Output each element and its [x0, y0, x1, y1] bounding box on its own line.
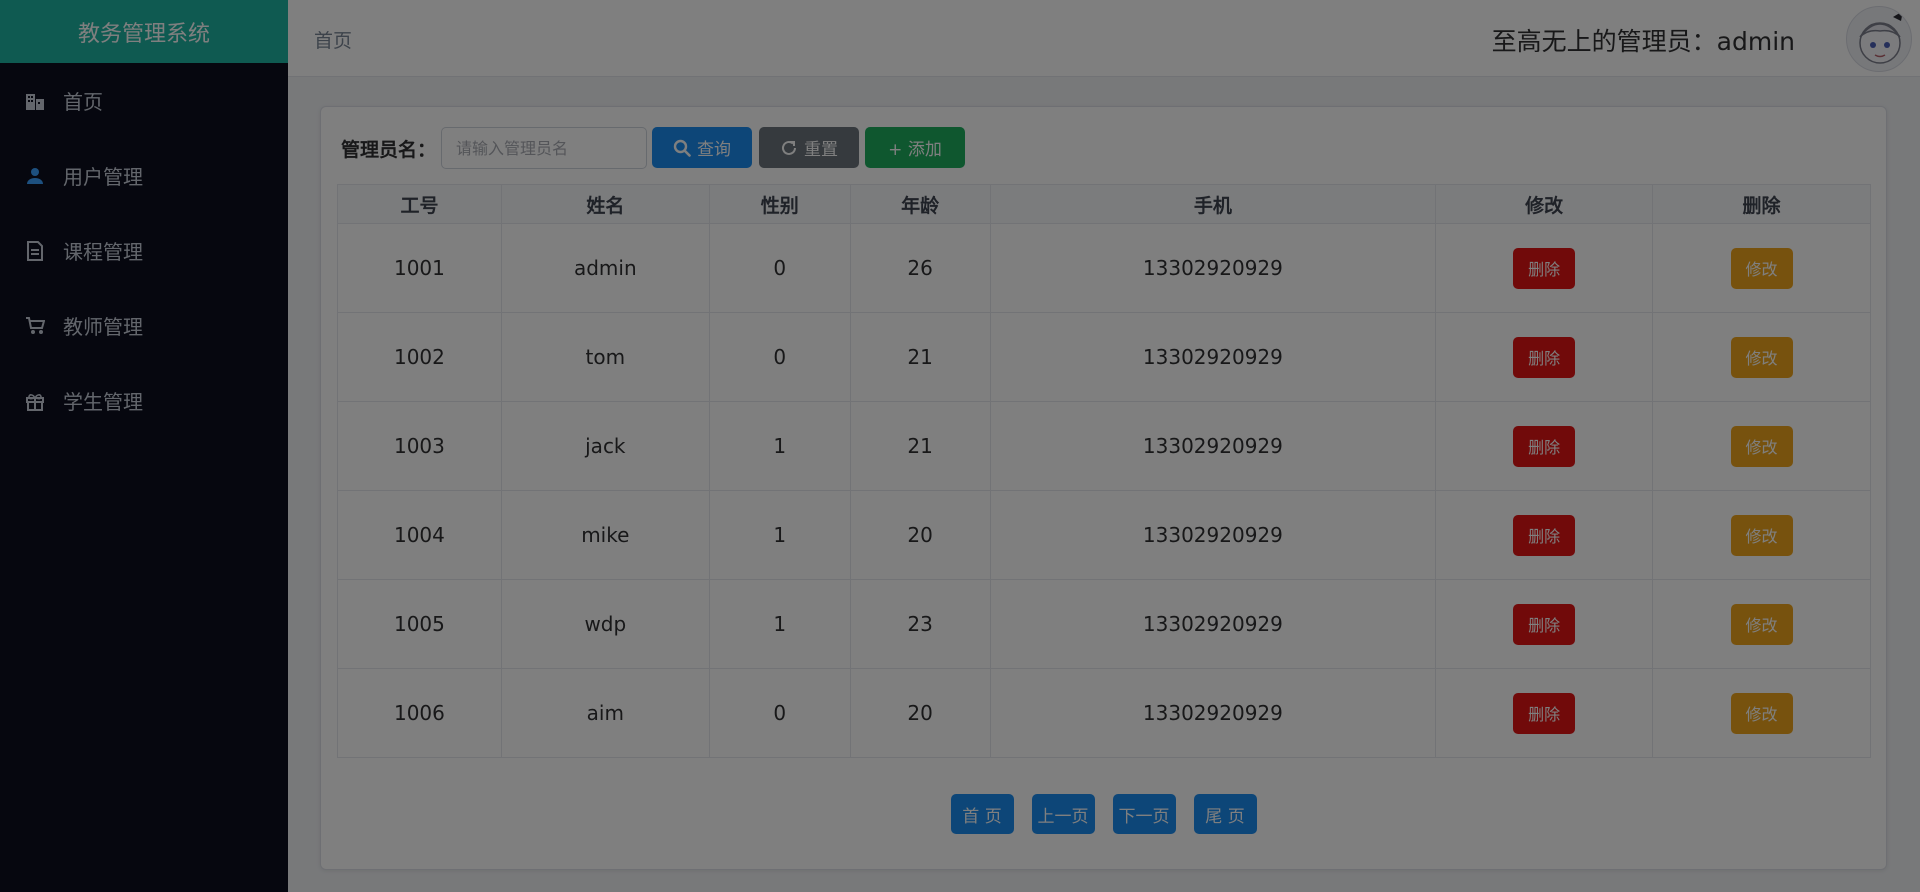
table-row: 1004 mike 1 20 13302920929 删除 修改: [337, 490, 1871, 580]
sidebar-item-label: 学生管理: [63, 390, 143, 414]
edit-button[interactable]: 修改: [1730, 425, 1793, 467]
delete-button[interactable]: 删除: [1513, 336, 1576, 378]
sidebar: 教务管理系统 首页 用户管理 课程管理 教师管理 学生管理: [0, 0, 288, 892]
cell-name: tom: [500, 312, 710, 402]
table-row: 1006 aim 0 20 13302920929 删除 修改: [337, 668, 1871, 758]
prev-page-button[interactable]: 上一页: [1031, 794, 1095, 834]
cell-gender: 0: [708, 223, 851, 313]
cell-id: 1002: [337, 312, 502, 402]
sidebar-item-label: 课程管理: [63, 240, 143, 264]
admin-name-search-input[interactable]: [441, 127, 647, 169]
cell-phone: 13302920929: [989, 490, 1437, 580]
cell-name: jack: [500, 401, 710, 491]
add-button[interactable]: + 添加: [865, 127, 965, 168]
table-row: 1003 jack 1 21 13302920929 删除 修改: [337, 401, 1871, 491]
cell-phone: 13302920929: [989, 312, 1437, 402]
cell-id: 1001: [337, 223, 502, 313]
cell-phone: 13302920929: [989, 401, 1437, 491]
cell-age: 21: [849, 401, 991, 491]
cell-id: 1003: [337, 401, 502, 491]
sidebar-item-home[interactable]: 首页: [0, 63, 288, 138]
cart-icon: [24, 315, 46, 337]
column-header-name: 姓名: [500, 184, 710, 224]
search-label: 管理员名：: [341, 139, 437, 161]
cell-gender: 0: [708, 668, 851, 758]
pagination: 首 页 上一页 下一页 尾 页: [321, 794, 1886, 834]
user-icon: [24, 165, 46, 187]
add-label: + 添加: [888, 140, 942, 160]
document-icon: [24, 240, 46, 262]
delete-button[interactable]: 删除: [1513, 425, 1576, 467]
delete-button[interactable]: 删除: [1513, 692, 1576, 734]
sidebar-item-user-management[interactable]: 用户管理: [0, 138, 288, 213]
admin-table: 工号 姓名 性别 年龄 手机 修改 删除 1001 admin 0 26 133…: [337, 184, 1871, 758]
cell-age: 20: [849, 668, 991, 758]
delete-button[interactable]: 删除: [1513, 514, 1576, 556]
cell-id: 1004: [337, 490, 502, 580]
cell-gender: 1: [708, 401, 851, 491]
cell-name: wdp: [500, 579, 710, 669]
admin-greeting: 至高无上的管理员：admin: [1491, 27, 1795, 56]
sidebar-item-teacher-management[interactable]: 教师管理: [0, 288, 288, 363]
table-row: 1002 tom 0 21 13302920929 删除 修改: [337, 312, 1871, 402]
column-header-delete: 删除: [1652, 184, 1871, 224]
table-row: 1005 wdp 1 23 13302920929 删除 修改: [337, 579, 1871, 669]
table-header-row: 工号 姓名 性别 年龄 手机 修改 删除: [337, 184, 1871, 224]
column-header-age: 年龄: [849, 184, 991, 224]
edit-button[interactable]: 修改: [1730, 603, 1793, 645]
cell-age: 20: [849, 490, 991, 580]
edit-button[interactable]: 修改: [1730, 692, 1793, 734]
delete-button[interactable]: 删除: [1513, 603, 1576, 645]
next-page-button[interactable]: 下一页: [1112, 794, 1176, 834]
sidebar-item-label: 教师管理: [63, 315, 143, 339]
edit-button[interactable]: 修改: [1730, 247, 1793, 289]
sidebar-item-course-management[interactable]: 课程管理: [0, 213, 288, 288]
breadcrumb[interactable]: 首页: [314, 26, 352, 53]
cell-age: 21: [849, 312, 991, 402]
column-header-gender: 性别: [708, 184, 851, 224]
sidebar-item-student-management[interactable]: 学生管理: [0, 363, 288, 438]
edit-button[interactable]: 修改: [1730, 336, 1793, 378]
cell-gender: 0: [708, 312, 851, 402]
cell-id: 1006: [337, 668, 502, 758]
query-label: 查询: [697, 140, 731, 160]
refresh-icon: [780, 139, 798, 157]
last-page-button[interactable]: 尾 页: [1193, 794, 1257, 834]
top-header: 首页 至高无上的管理员：admin: [288, 0, 1920, 77]
reset-label: 重置: [804, 140, 838, 160]
cell-age: 23: [849, 579, 991, 669]
cell-phone: 13302920929: [989, 579, 1437, 669]
first-page-button[interactable]: 首 页: [950, 794, 1014, 834]
sidebar-item-label: 用户管理: [63, 165, 143, 189]
cell-name: mike: [500, 490, 710, 580]
cell-name: admin: [500, 223, 710, 313]
query-button[interactable]: 查询: [652, 127, 752, 168]
cell-phone: 13302920929: [989, 668, 1437, 758]
column-header-id: 工号: [337, 184, 502, 224]
cell-phone: 13302920929: [989, 223, 1437, 313]
cell-id: 1005: [337, 579, 502, 669]
cell-gender: 1: [708, 579, 851, 669]
column-header-phone: 手机: [989, 184, 1437, 224]
cell-name: aim: [500, 668, 710, 758]
edit-button[interactable]: 修改: [1730, 514, 1793, 556]
reset-button[interactable]: 重置: [759, 127, 859, 168]
search-icon: [673, 139, 691, 157]
column-header-edit: 修改: [1435, 184, 1654, 224]
app-title: 教务管理系统: [0, 0, 288, 63]
gift-icon: [24, 390, 46, 412]
cell-gender: 1: [708, 490, 851, 580]
building-icon: [24, 90, 46, 112]
avatar[interactable]: [1846, 6, 1912, 72]
cell-age: 26: [849, 223, 991, 313]
admin-list-panel: 管理员名： 查询 重置 + 添加 工号 姓名 性别 年龄 手机 修改 删除: [320, 106, 1887, 870]
sidebar-item-label: 首页: [63, 90, 103, 114]
table-row: 1001 admin 0 26 13302920929 删除 修改: [337, 223, 1871, 313]
delete-button[interactable]: 删除: [1513, 247, 1576, 289]
